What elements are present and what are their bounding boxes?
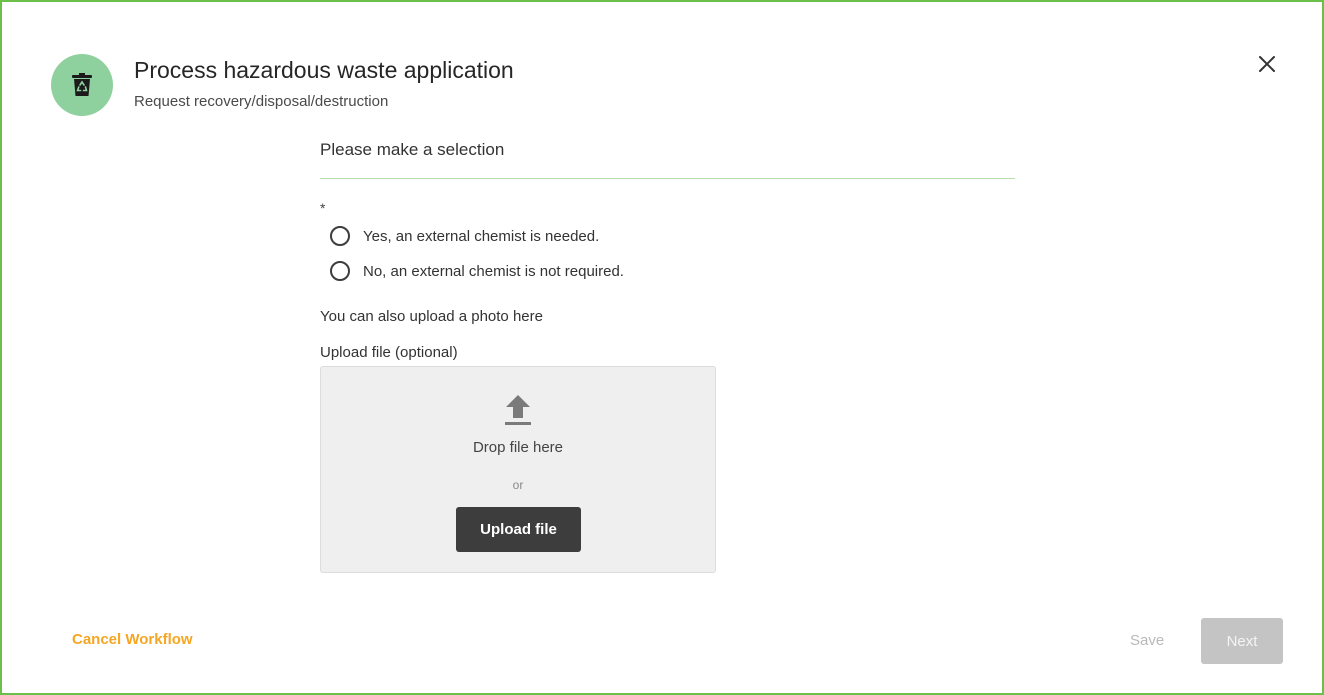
upload-label: Upload file (optional) xyxy=(320,344,458,361)
close-icon[interactable] xyxy=(1254,51,1280,77)
radio-button[interactable] xyxy=(330,261,350,281)
required-marker: * xyxy=(320,200,326,216)
cancel-workflow-link[interactable]: Cancel Workflow xyxy=(72,631,193,648)
workflow-dialog: Process hazardous waste application Requ… xyxy=(0,0,1324,695)
radio-option-chemist-not-required[interactable]: No, an external chemist is not required. xyxy=(330,261,624,281)
dialog-title: Process hazardous waste application xyxy=(134,57,514,83)
next-button[interactable]: Next xyxy=(1201,618,1283,664)
radio-button[interactable] xyxy=(330,226,350,246)
or-text: or xyxy=(512,478,524,492)
divider xyxy=(320,178,1015,179)
upload-icon xyxy=(504,393,532,427)
radio-label: No, an external chemist is not required. xyxy=(363,262,624,280)
radio-option-chemist-needed[interactable]: Yes, an external chemist is needed. xyxy=(330,226,599,246)
dialog-subtitle: Request recovery/disposal/destruction xyxy=(134,93,389,110)
upload-helper-text: You can also upload a photo here xyxy=(320,308,543,325)
save-button[interactable]: Save xyxy=(1130,632,1164,649)
drop-file-text: Drop file here xyxy=(472,439,564,456)
recycle-bin-icon xyxy=(51,54,113,116)
selection-heading: Please make a selection xyxy=(320,140,505,159)
file-dropzone[interactable]: Drop file here or Upload file xyxy=(320,366,716,573)
upload-file-button[interactable]: Upload file xyxy=(456,507,581,552)
radio-label: Yes, an external chemist is needed. xyxy=(363,227,600,245)
